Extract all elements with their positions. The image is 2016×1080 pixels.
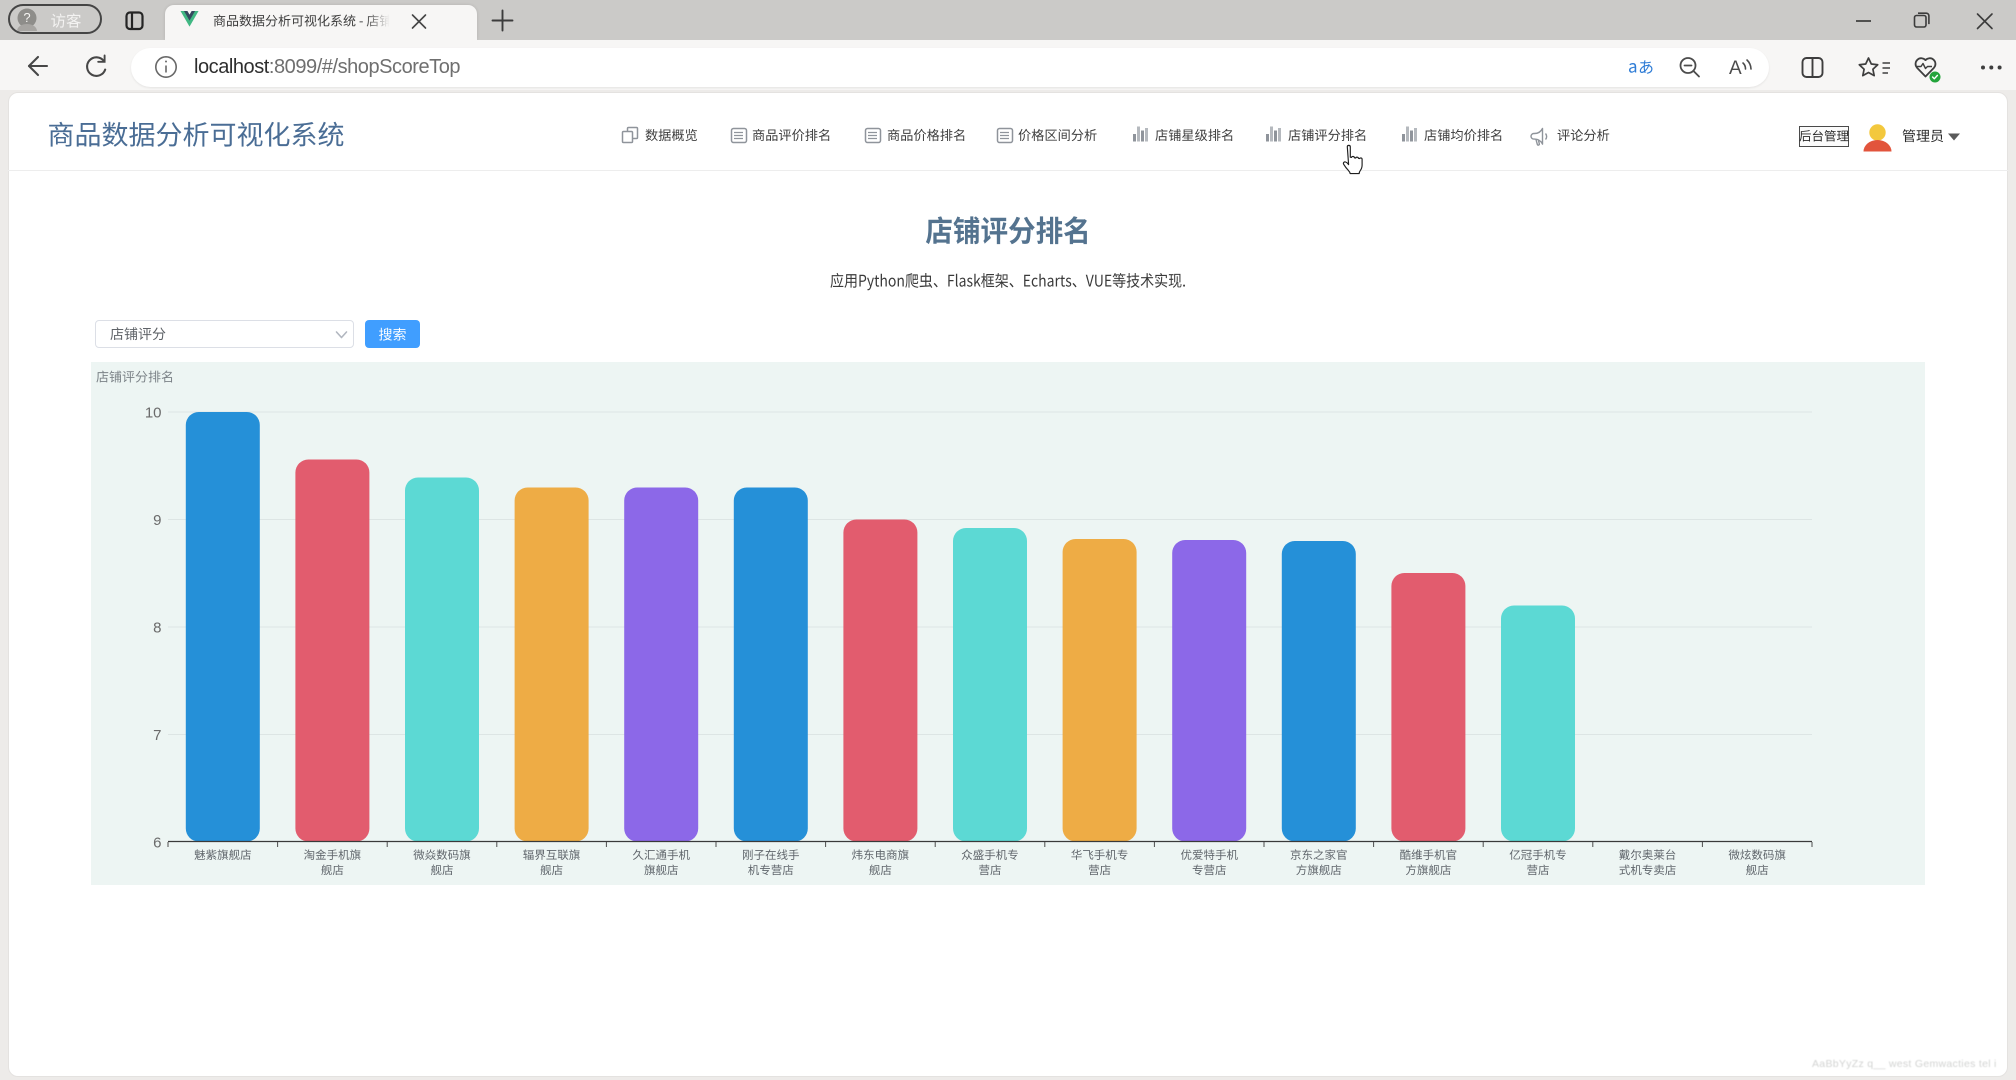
svg-text:?: ? xyxy=(23,10,30,25)
svg-text:7: 7 xyxy=(153,727,161,744)
svg-text:10: 10 xyxy=(145,405,162,422)
svg-text:6: 6 xyxy=(153,835,161,852)
svg-text:A: A xyxy=(1729,58,1742,79)
svg-text:8: 8 xyxy=(153,620,161,637)
svg-text:9: 9 xyxy=(153,512,161,529)
